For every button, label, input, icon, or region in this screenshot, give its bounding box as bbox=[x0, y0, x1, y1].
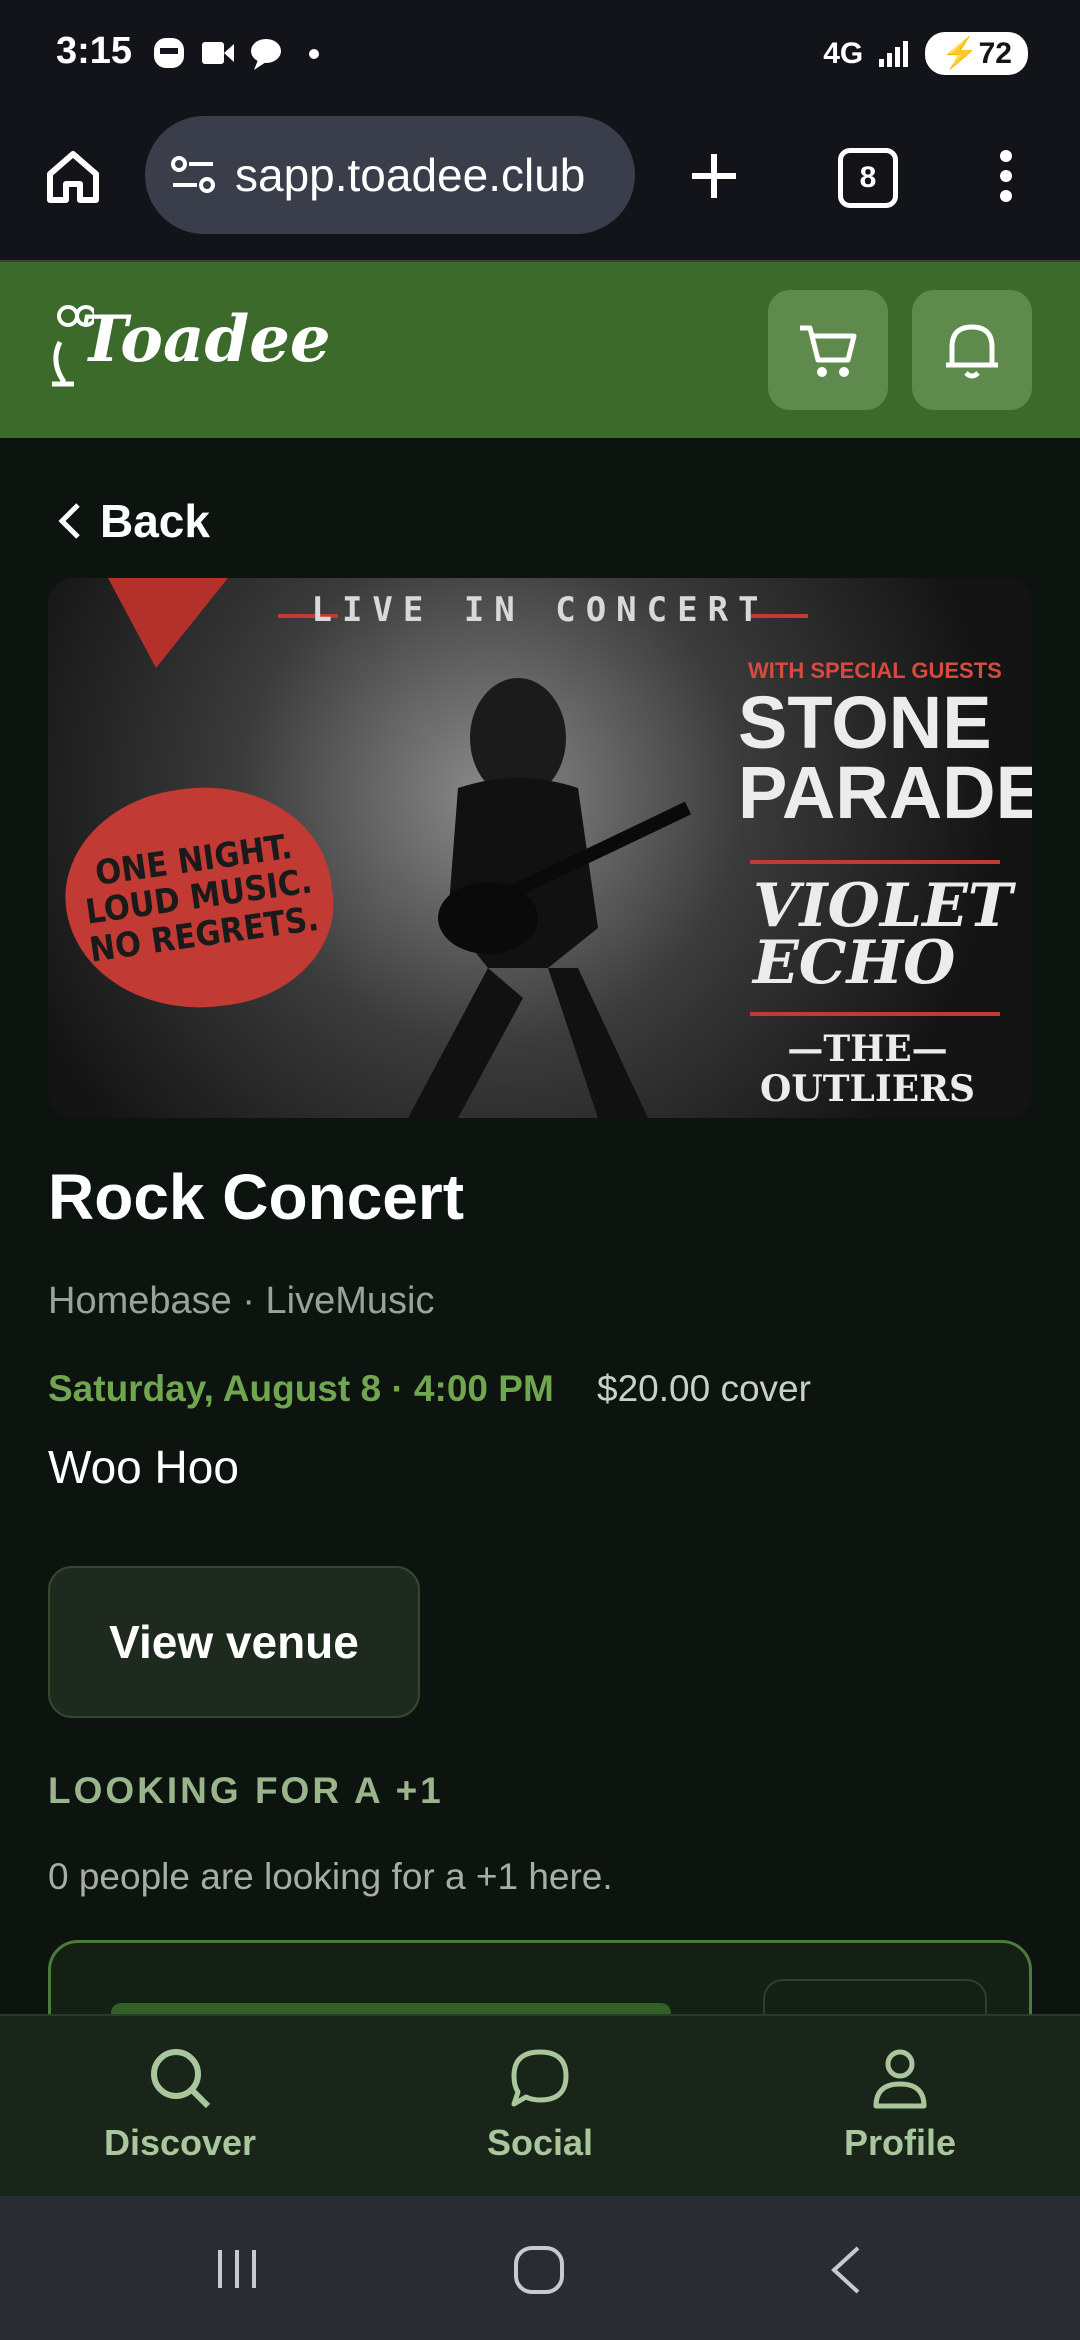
cart-button[interactable] bbox=[768, 290, 888, 410]
person-icon bbox=[873, 2049, 927, 2109]
back-link[interactable]: Back bbox=[58, 494, 210, 548]
event-datetime: Saturday, August 8 · 4:00 PM bbox=[48, 1368, 554, 1409]
notifications-button[interactable] bbox=[912, 290, 1032, 410]
nav-social[interactable]: Social bbox=[410, 2046, 670, 2164]
poster-divider bbox=[750, 860, 1000, 864]
poster-headline: LIVE IN CONCERT bbox=[311, 590, 769, 630]
bell-icon bbox=[946, 324, 998, 379]
back-label: Back bbox=[100, 495, 210, 547]
poster-band-line: STONE bbox=[738, 681, 992, 764]
nav-social-label: Social bbox=[486, 2122, 594, 2163]
poster-band-line: ECHO bbox=[753, 928, 956, 998]
nav-profile-label: Profile bbox=[843, 2122, 957, 2163]
app-logo[interactable]: Toadee bbox=[80, 302, 331, 377]
system-navigation-bar bbox=[0, 2196, 1080, 2340]
event-description: Woo Hoo bbox=[48, 1441, 239, 1493]
bottom-navigation: Discover Social Profile bbox=[0, 2014, 1080, 2198]
site-settings-icon[interactable] bbox=[169, 153, 219, 197]
poster-band-line: —THE— bbox=[787, 1028, 948, 1070]
signal-icon bbox=[879, 40, 909, 67]
status-time: 3:15 bbox=[56, 30, 133, 72]
status-right: 4G ⚡72 bbox=[823, 32, 1028, 75]
battery-level: 72 bbox=[978, 37, 1012, 70]
view-venue-button[interactable]: View venue bbox=[48, 1566, 420, 1718]
event-poster-image: LIVE IN CONCERT ONE NIGHT. LOUD MUSIC. N… bbox=[48, 578, 1032, 1118]
status-bar: 3:15 4G ⚡72 bbox=[0, 0, 1080, 108]
chat-icon bbox=[511, 2049, 569, 2107]
poster-band-line: VIOLET bbox=[753, 871, 1013, 941]
nav-discover-label: Discover bbox=[103, 2122, 257, 2163]
nav-discover[interactable]: Discover bbox=[50, 2046, 310, 2164]
event-venue-category: Homebase · LiveMusic bbox=[48, 1280, 435, 1322]
recent-apps-icon[interactable] bbox=[212, 2246, 262, 2297]
browser-toolbar: sapp.toadee.club 8 bbox=[0, 108, 1080, 262]
app-header: Toadee bbox=[0, 262, 1080, 438]
poster-band-the-outliers: —THE— OUTLIERS bbox=[760, 1028, 976, 1110]
poster-band-line: OUTLIERS bbox=[760, 1067, 976, 1110]
poster-band-line: PARADE bbox=[738, 751, 1032, 835]
home-nav-icon[interactable] bbox=[512, 2244, 568, 2301]
battery-indicator: ⚡72 bbox=[925, 32, 1028, 75]
event-price: $20.00 cover bbox=[597, 1368, 811, 1409]
cart-icon bbox=[800, 325, 857, 377]
search-icon bbox=[151, 2049, 211, 2109]
nav-profile[interactable]: Profile bbox=[770, 2046, 1030, 2164]
more-options-icon[interactable] bbox=[996, 148, 1016, 209]
network-type: 4G bbox=[823, 36, 864, 70]
url-text: sapp.toadee.club bbox=[235, 149, 586, 201]
notification-icon-group bbox=[154, 38, 319, 70]
poster-band-violet-echo: VIOLET ECHO bbox=[753, 871, 1013, 998]
plus-one-count-text: 0 people are looking for a +1 here. bbox=[48, 1856, 613, 1897]
poster-badge: ONE NIGHT. LOUD MUSIC. NO REGRETS. bbox=[51, 770, 347, 1026]
tab-switcher-button[interactable]: 8 bbox=[838, 148, 898, 208]
new-tab-icon[interactable] bbox=[688, 150, 740, 207]
chevron-left-icon bbox=[58, 503, 80, 539]
back-nav-icon[interactable] bbox=[826, 2244, 866, 2301]
notification-icons bbox=[150, 32, 330, 81]
poster-divider bbox=[750, 1012, 1000, 1016]
guitarist-silhouette bbox=[408, 678, 692, 1118]
poster-band-stone-parade: STONE PARADE bbox=[738, 681, 1032, 835]
address-bar[interactable]: sapp.toadee.club bbox=[145, 116, 635, 234]
event-title: Rock Concert bbox=[48, 1161, 465, 1233]
plus-one-heading: LOOKING FOR A +1 bbox=[48, 1770, 444, 1811]
home-icon[interactable] bbox=[42, 146, 104, 213]
